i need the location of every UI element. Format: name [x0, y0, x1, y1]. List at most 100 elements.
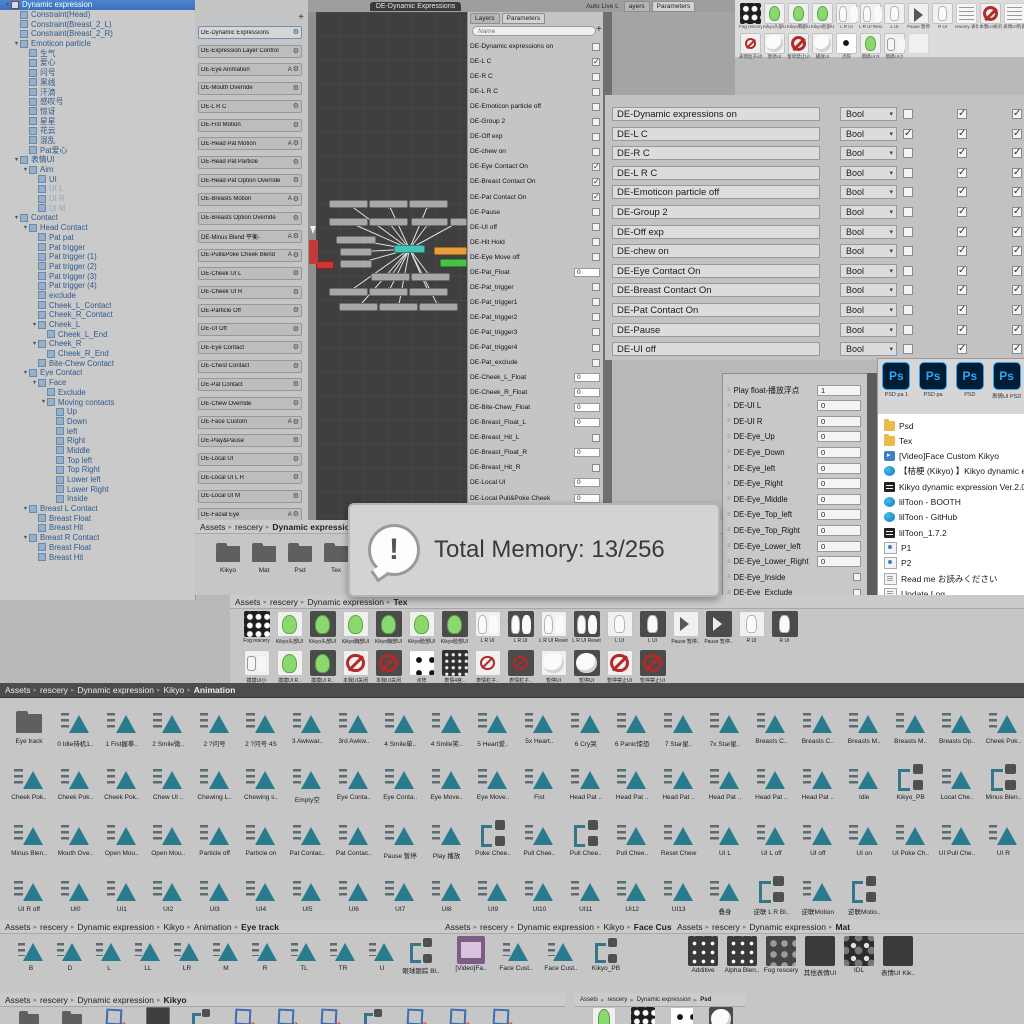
layer-gear-icon[interactable]: ⚙	[293, 474, 299, 481]
breadcrumb-item[interactable]: Dynamic expression	[749, 922, 826, 932]
play-float-value-field[interactable]: 0	[817, 431, 861, 442]
hierarchy-item[interactable]: Top Right	[0, 465, 195, 475]
texture-asset[interactable]: 本我UI关闭	[372, 650, 405, 684]
asset-item[interactable]: 叠身	[702, 873, 748, 916]
animator-parameter-row[interactable]: DE-Emoticon particle off	[470, 100, 600, 113]
parameter-checkbox[interactable]	[592, 283, 600, 291]
state-node[interactable]	[329, 200, 368, 208]
hierarchy-item[interactable]: ▼Face	[0, 378, 195, 388]
texture-thumbnail[interactable]: Kikyo胸部UI	[787, 3, 810, 30]
parameter-float-field[interactable]: 0	[574, 268, 600, 277]
animator-parameter-row[interactable]: DE-Pat_trigger3	[470, 326, 600, 339]
asset-item[interactable]: Breasts M..	[888, 705, 934, 745]
state-node[interactable]	[450, 218, 467, 226]
asset-item[interactable]: UI Pull Che..	[934, 817, 980, 857]
animator-parameter-row[interactable]: DE-Pat Contact On	[470, 191, 600, 204]
layer-gear-icon[interactable]: ⚙	[293, 85, 299, 92]
asset-item[interactable]: Breasts Op..	[934, 705, 980, 745]
hierarchy-item[interactable]: Breast Hit	[0, 552, 195, 562]
add-layer-button[interactable]: +	[298, 12, 304, 23]
foldout-icon[interactable]: ▼	[13, 157, 20, 163]
state-node[interactable]	[440, 259, 467, 267]
file-list-item[interactable]: Tex	[884, 434, 912, 447]
photoshop-file[interactable]: Ps表情UI PSD	[990, 362, 1024, 400]
default-checkbox[interactable]	[903, 305, 913, 315]
layer-gear-icon[interactable]: ⚙	[293, 437, 299, 444]
hierarchy-item[interactable]: Constraint(Breast_2_L)	[0, 19, 195, 29]
parameter-checkbox[interactable]	[592, 193, 600, 201]
play-float-row[interactable]: ≡DE-Eye_Lower_Right0	[727, 555, 861, 569]
foldout-icon[interactable]: ▼	[40, 399, 47, 405]
hierarchy-item[interactable]: Up	[0, 407, 195, 417]
add-parameter-button[interactable]: +	[596, 24, 602, 35]
hierarchy-item[interactable]: Top left	[0, 455, 195, 465]
photoshop-file[interactable]: PsPSD	[953, 362, 987, 398]
hierarchy-item[interactable]: ▼Cheek_R	[0, 339, 195, 349]
state-node[interactable]	[316, 261, 334, 269]
breadcrumb-item[interactable]: rescery	[480, 922, 508, 932]
asset-item[interactable]: Sub Kikyo..	[393, 1007, 439, 1024]
hierarchy-item[interactable]: Inside	[0, 494, 195, 504]
hierarchy-item[interactable]: Pat trigger	[0, 242, 195, 252]
animator-layer-item[interactable]: DE-Pull&Poke Cheek BlendA⚙	[198, 249, 302, 262]
foldout-icon[interactable]: ▼	[22, 506, 29, 512]
hierarchy-item[interactable]: UI M	[0, 203, 195, 213]
animator-parameter-row[interactable]: DE-Pause	[470, 206, 600, 219]
foldout-icon[interactable]: ▼	[31, 341, 38, 347]
asset-item[interactable]: Sub Kikyo..	[436, 1007, 482, 1024]
play-float-value-field[interactable]: 0	[817, 525, 861, 536]
texture-asset[interactable]: 暂停UI	[537, 650, 570, 684]
state-node[interactable]	[371, 273, 410, 281]
breadcrumb-item[interactable]: Animation	[194, 922, 232, 932]
animator-layer-item[interactable]: DE-Eye AnimationA⚙	[198, 63, 302, 76]
layer-gear-icon[interactable]: ⚙	[293, 326, 299, 333]
animator-layer-item[interactable]: DE-Local UI L R⚙	[198, 471, 302, 484]
breadcrumb[interactable]: Assets▸rescery▸Dynamic expression▸Kikyo▸…	[440, 920, 677, 934]
synced-checkbox[interactable]	[1012, 266, 1022, 276]
asset-item[interactable]: Cheek Pok..	[6, 761, 52, 801]
layer-gear-icon[interactable]: ⚙	[293, 29, 299, 36]
animator-parameter-row[interactable]: DE-Pat_trigger2	[470, 311, 600, 324]
state-node[interactable]	[369, 218, 408, 226]
default-checkbox[interactable]	[903, 207, 913, 217]
asset-item[interactable]: 4 Smile笑..	[424, 705, 470, 748]
layer-gear-icon[interactable]: ⚙	[293, 233, 299, 240]
file-list-item[interactable]: 【桔梗 (Kikyo) 】Kikyo dynamic expression..	[884, 465, 1024, 478]
expression-parameter-row[interactable]: DE-Group 2Bool	[612, 205, 1024, 221]
hierarchy-item[interactable]: Pat爱心	[0, 145, 195, 155]
texture-asset[interactable]: L R UI	[504, 611, 537, 644]
play-float-value-field[interactable]: 0	[817, 478, 861, 489]
texture-thumbnail[interactable]: rescery 表情	[955, 3, 978, 30]
texture-thumbnail[interactable]: Fog rescery	[739, 3, 762, 29]
layer-gear-icon[interactable]: ⚙	[293, 307, 299, 314]
asset-item[interactable]: UI0	[52, 873, 98, 913]
asset-item[interactable]: 6 Cry哭	[563, 705, 609, 748]
asset-item[interactable]: Open Mou..	[99, 817, 145, 857]
state-node[interactable]	[409, 200, 448, 208]
hierarchy-item[interactable]: Pat trigger (1)	[0, 252, 195, 262]
layer-gear-icon[interactable]: ⚙	[293, 381, 299, 388]
tab-parameters-right[interactable]: Parameters	[652, 1, 696, 12]
asset-item[interactable]: Controller..	[92, 1007, 138, 1024]
animator-parameter-row[interactable]: DE-Breast_Float_R0	[470, 446, 600, 459]
animator-parameter-row[interactable]: DE-L R C	[470, 85, 600, 98]
asset-item[interactable]: Particle on	[238, 817, 284, 857]
default-checkbox[interactable]	[903, 266, 913, 276]
animator-layer-item[interactable]: DE-Chew Override⚙	[198, 397, 302, 410]
expression-parameter-type-dropdown[interactable]: Bool	[840, 127, 897, 141]
texture-asset[interactable]: L R UI Reset	[570, 611, 603, 644]
parameter-float-field[interactable]: 0	[574, 494, 600, 503]
animator-parameter-row[interactable]: DE-Hit Hold	[470, 236, 600, 249]
hierarchy-item[interactable]: ▼Dynamic expression	[0, 0, 195, 10]
play-float-scrollbar[interactable]	[867, 373, 877, 600]
animator-layer-item[interactable]: DE-Head Pat Particle⚙	[198, 156, 302, 169]
asset-item[interactable]: Minus Blen..	[6, 817, 52, 857]
texture-thumbnail[interactable]: 暂停UI	[763, 33, 786, 60]
graph-breadcrumb-tab[interactable]: DE-Dynamic Expressions	[370, 2, 461, 11]
drag-handle-icon[interactable]: ≡	[727, 434, 731, 440]
animator-layer-item[interactable]: DE-Head Pat MotionA⚙	[198, 137, 302, 150]
asset-item[interactable]: Dynamic e..	[135, 1007, 181, 1024]
texture-asset[interactable]: L R UI Reset	[537, 611, 570, 644]
breadcrumb-item[interactable]: Assets	[5, 685, 31, 695]
default-checkbox[interactable]	[903, 109, 913, 119]
